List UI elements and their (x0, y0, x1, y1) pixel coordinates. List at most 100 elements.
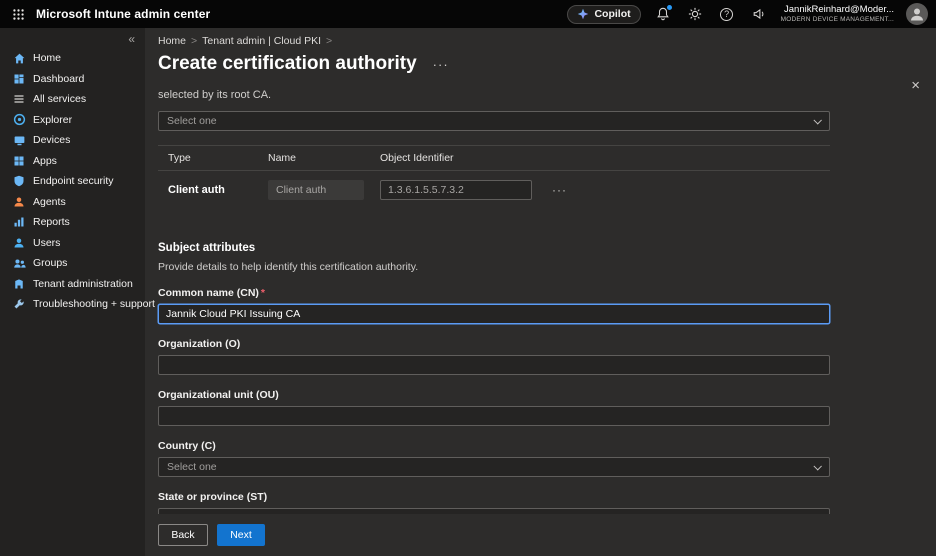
sidebar-item-explorer[interactable]: Explorer (0, 110, 145, 131)
sidebar-item-label: Devices (33, 134, 70, 146)
copilot-button[interactable]: Copilot (567, 5, 640, 24)
endpoint-security-icon (12, 174, 26, 188)
wizard-footer: Back Next (145, 514, 936, 556)
sidebar-item-users[interactable]: Users (0, 233, 145, 254)
org-unit-label: Organizational unit (OU) (158, 389, 830, 401)
next-button[interactable]: Next (217, 524, 265, 546)
sidebar-item-label: Dashboard (33, 73, 84, 85)
panel-body: selected by its root CA. Select one Type… (145, 89, 830, 556)
close-icon[interactable]: × (911, 78, 920, 93)
home-icon (12, 51, 26, 65)
person-icon (909, 6, 925, 22)
common-name-label: Common name (CN)?* (158, 287, 830, 299)
agents-icon (12, 195, 26, 209)
breadcrumb: Home > Tenant admin | Cloud PKI > (145, 28, 936, 47)
apps-icon (12, 154, 26, 168)
help-icon: ? (720, 8, 733, 21)
common-name-input[interactable] (158, 304, 830, 324)
sidebar-item-home[interactable]: Home (0, 48, 145, 69)
breadcrumb-separator: > (191, 35, 197, 47)
account-menu[interactable]: JannikReinhard@Moder... MODERN DEVICE MA… (781, 5, 894, 23)
breadcrumb-tenant-admin-cloud-pki[interactable]: Tenant admin | Cloud PKI (202, 35, 321, 47)
back-button[interactable]: Back (158, 524, 208, 546)
title-row: Create certification authority ··· (145, 47, 936, 75)
row-more-options-icon[interactable]: ··· (552, 183, 567, 197)
sidebar-item-tenant-administration[interactable]: Tenant administration (0, 274, 145, 295)
devices-icon (12, 133, 26, 147)
organization-input[interactable] (158, 355, 830, 375)
waffle-icon (12, 8, 25, 21)
notifications-button[interactable] (653, 4, 673, 24)
sidebar-item-label: Groups (33, 257, 67, 269)
copilot-icon (577, 8, 589, 20)
country-select-value: Select one (167, 461, 217, 473)
eku-header-name: Name (268, 152, 380, 164)
account-tenant: MODERN DEVICE MANAGEMENT... (781, 16, 894, 23)
organization-label: Organization (O) (158, 338, 830, 350)
chevron-down-icon (813, 116, 821, 124)
feedback-button[interactable] (749, 4, 769, 24)
sidebar-item-agents[interactable]: Agents (0, 192, 145, 213)
sidebar-item-label: Tenant administration (33, 278, 133, 290)
sidebar-item-label: Reports (33, 216, 70, 228)
settings-button[interactable] (685, 4, 705, 24)
gear-icon (688, 7, 702, 21)
sidebar-item-label: Home (33, 52, 61, 64)
page-title: Create certification authority (158, 53, 417, 75)
title-more-options-icon[interactable]: ··· (433, 57, 449, 72)
sidebar-collapse-button[interactable]: « (0, 28, 145, 48)
intune-admin-center-window: Microsoft Intune admin center Copilot (0, 0, 936, 556)
eku-select[interactable]: Select one (158, 111, 830, 131)
country-label: Country (C) (158, 440, 830, 452)
copilot-label: Copilot (594, 8, 630, 20)
eku-oid-input[interactable] (380, 180, 532, 200)
main-panel: Home > Tenant admin | Cloud PKI > Create… (145, 28, 936, 556)
groups-icon (12, 256, 26, 270)
sidebar-item-label: Troubleshooting + support (33, 298, 155, 310)
sidebar-item-reports[interactable]: Reports (0, 212, 145, 233)
sidebar-item-troubleshooting[interactable]: Troubleshooting + support (0, 294, 145, 315)
eku-header-type: Type (158, 152, 268, 164)
eku-table-header: Type Name Object Identifier (158, 145, 830, 171)
topbar-actions: Copilot (567, 3, 936, 25)
sidebar-item-groups[interactable]: Groups (0, 253, 145, 274)
breadcrumb-separator: > (326, 35, 332, 47)
explorer-icon (12, 113, 26, 127)
app-title: Microsoft Intune admin center (36, 7, 210, 21)
troubleshooting-icon (12, 297, 26, 311)
subject-attributes-description: Provide details to help identify this ce… (158, 261, 830, 273)
reports-icon (12, 215, 26, 229)
country-select[interactable]: Select one (158, 457, 830, 477)
account-name: JannikReinhard@Moder... (784, 5, 894, 16)
breadcrumb-home[interactable]: Home (158, 35, 186, 47)
help-button[interactable]: ? (717, 4, 737, 24)
sidebar-item-label: Explorer (33, 114, 72, 126)
feedback-icon (752, 7, 766, 21)
sidebar-item-apps[interactable]: Apps (0, 151, 145, 172)
users-icon (12, 236, 26, 250)
org-unit-input[interactable] (158, 406, 830, 426)
eku-table-row: Client auth ··· (158, 171, 830, 212)
notification-badge (666, 4, 673, 11)
sidebar-item-label: All services (33, 93, 86, 105)
sidebar-item-all-services[interactable]: All services (0, 89, 145, 110)
sidebar-item-label: Apps (33, 155, 57, 167)
all-services-icon (12, 92, 26, 106)
tenant-administration-icon (12, 277, 26, 291)
dashboard-icon (12, 72, 26, 86)
eku-select-value: Select one (167, 115, 217, 127)
sidebar-item-endpoint-security[interactable]: Endpoint security (0, 171, 145, 192)
eku-name-input (268, 180, 364, 200)
sidebar-item-devices[interactable]: Devices (0, 130, 145, 151)
chevron-down-icon (813, 462, 821, 470)
eku-header-oid: Object Identifier (380, 152, 454, 164)
subject-attributes-heading: Subject attributes (158, 242, 830, 254)
sidebar-item-dashboard[interactable]: Dashboard (0, 69, 145, 90)
sidebar-item-label: Users (33, 237, 60, 249)
app-launcher-button[interactable] (0, 0, 36, 28)
eku-row-type: Client auth (158, 184, 268, 196)
sidebar-item-label: Endpoint security (33, 175, 114, 187)
sidebar: « Home Dashboard All services Explorer D… (0, 28, 145, 556)
avatar[interactable] (906, 3, 928, 25)
sidebar-item-label: Agents (33, 196, 66, 208)
